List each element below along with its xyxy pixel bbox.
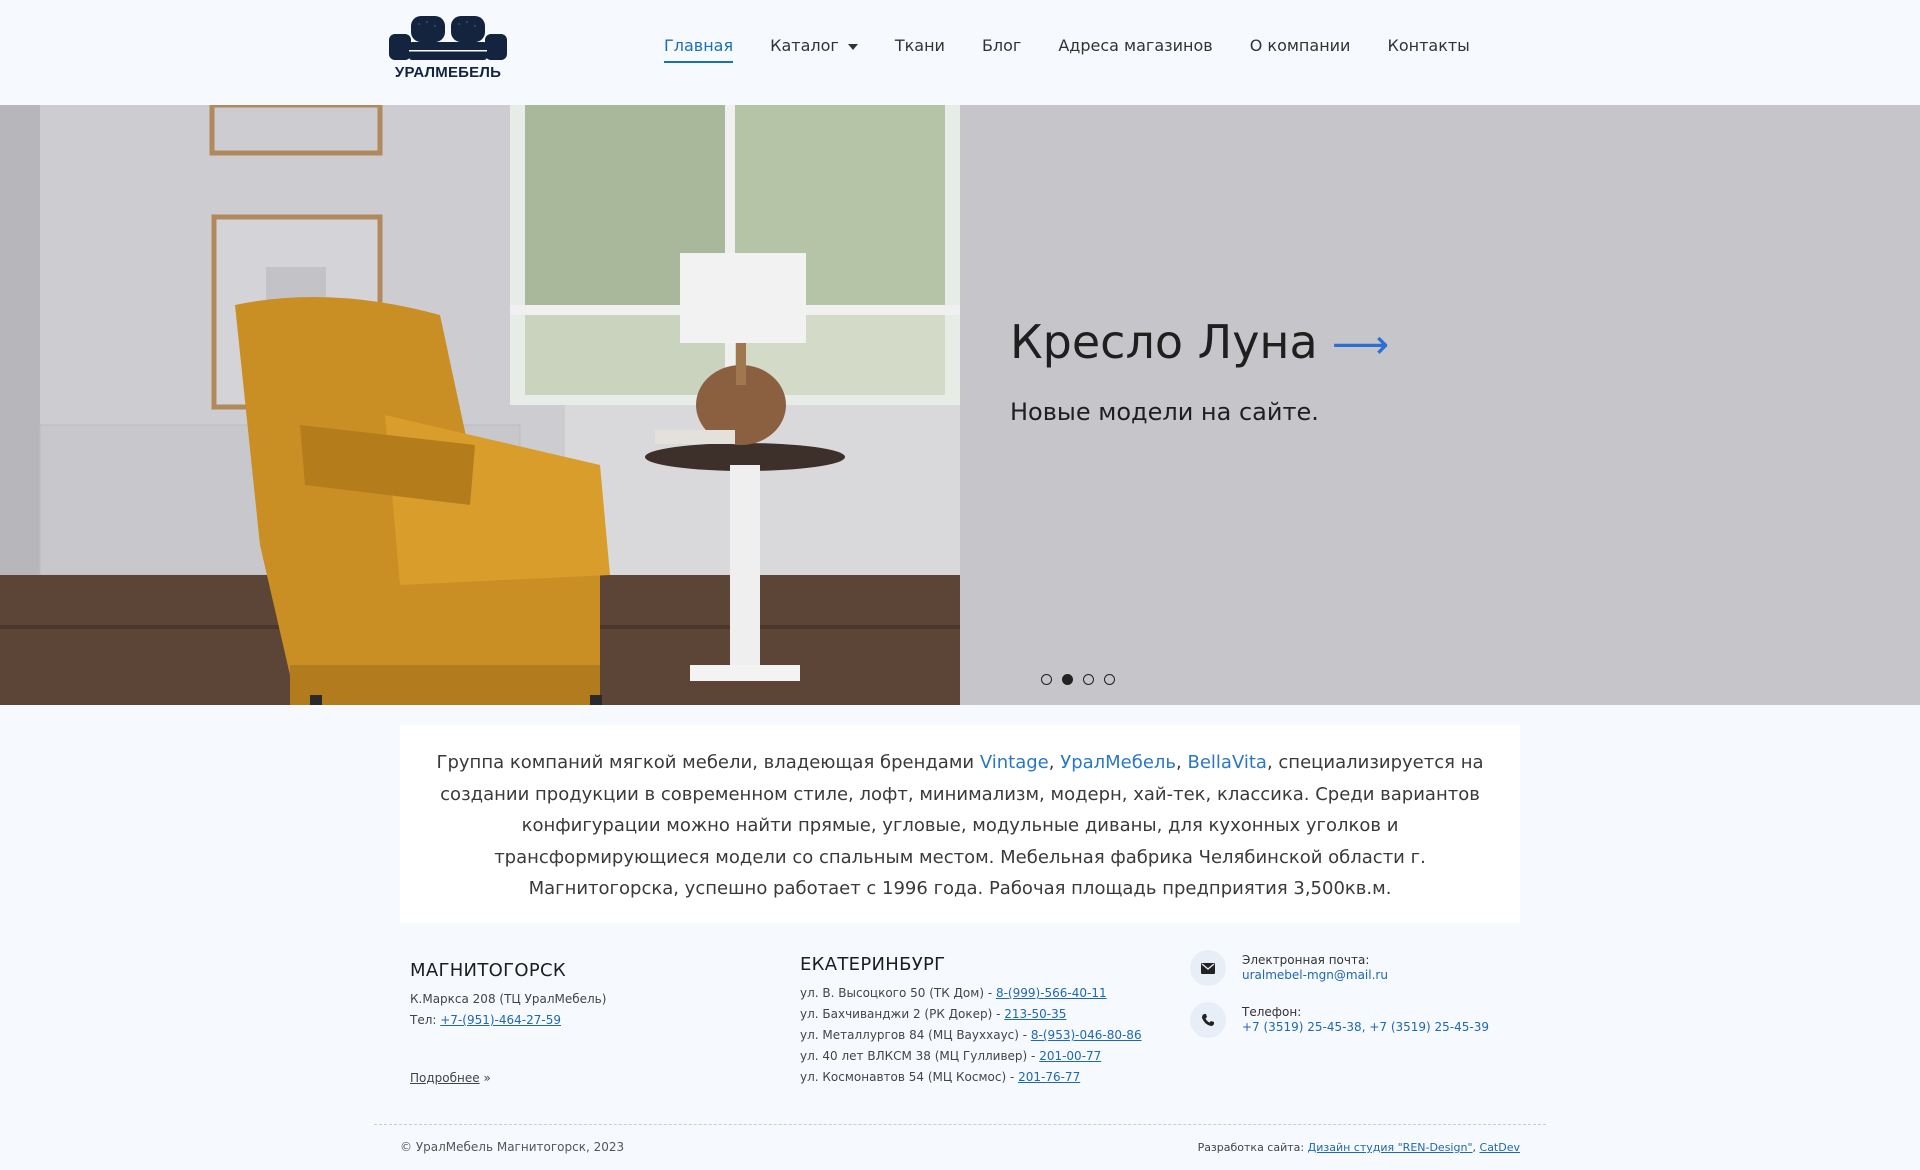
nav-item-blog[interactable]: Блог — [982, 36, 1021, 63]
store-phone-line: Тел: +7-(951)-464-27-59 — [410, 1013, 561, 1027]
hero-title[interactable]: Кресло Луна ⟶ — [1010, 315, 1389, 369]
company-intro: Группа компаний мягкой мебели, владеющая… — [400, 725, 1520, 923]
chevron-down-icon — [847, 43, 858, 50]
city-title: ЕКАТЕРИНБУРГ — [800, 954, 946, 975]
city-block-magnitogorsk: МАГНИТОГОРСК К.Маркса 208 (ТЦ УралМебель… — [410, 960, 606, 1085]
phone-label: Телефон: — [1242, 1005, 1302, 1019]
email-label: Электронная почта: — [1242, 953, 1370, 967]
store-line: ул. Металлургов 84 (МЦ Вауххаус) - 8-(95… — [800, 1028, 1142, 1042]
store-line: ул. Космонавтов 54 (МЦ Космос) - 201-76-… — [800, 1070, 1081, 1084]
store-address: К.Маркса 208 (ТЦ УралМебель) — [410, 992, 607, 1006]
more-link[interactable]: Подробнее — [410, 1071, 480, 1085]
phone-link[interactable]: 213-50-35 — [1004, 1007, 1066, 1021]
brand-link-uralmebel[interactable]: УралМебель — [1060, 752, 1176, 773]
hero-slider[interactable]: Кресло Луна ⟶ Новые модели на сайте. — [0, 105, 1920, 705]
copyright: © УралМебель Магнитогорск, 2023 — [400, 1140, 625, 1154]
contact-phone: Телефон: +7 (3519) 25-45-38, +7 (3519) 2… — [1190, 1002, 1489, 1038]
hero-image — [0, 105, 960, 705]
brand-link-vintage[interactable]: Vintage — [980, 752, 1049, 773]
footer-divider — [374, 1124, 1546, 1125]
slider-dot-4[interactable] — [1104, 674, 1115, 685]
logo[interactable]: УРАЛМЕБЕЛЬ — [389, 14, 507, 81]
phone-icon — [1190, 1002, 1226, 1038]
nav-item-fabrics[interactable]: Ткани — [895, 36, 945, 63]
phone-link[interactable]: 201-00-77 — [1039, 1049, 1101, 1063]
site-header: УРАЛМЕБЕЛЬ Главная Каталог Ткани Блог Ад… — [0, 0, 1920, 105]
email-link[interactable]: uralmebel-mgn@mail.ru — [1242, 968, 1388, 983]
dev-link-rendesign[interactable]: Дизайн студия "REN-Design" — [1308, 1141, 1473, 1154]
arrow-right-icon: ⟶ — [1331, 322, 1390, 368]
armchair-scene-illustration — [0, 105, 960, 705]
dev-link-catdev[interactable]: CatDev — [1480, 1141, 1520, 1154]
logo-text: УРАЛМЕБЕЛЬ — [394, 64, 502, 81]
store-line: ул. В. Высоцкого 50 (ТК Дом) - 8-(999)-5… — [800, 986, 1107, 1000]
nav-item-catalog[interactable]: Каталог — [770, 36, 858, 63]
brand-link-bellavita[interactable]: BellaVita — [1188, 752, 1267, 773]
slider-dot-2[interactable] — [1062, 674, 1073, 685]
phone-numbers[interactable]: +7 (3519) 25-45-38, +7 (3519) 25-45-39 — [1242, 1020, 1489, 1035]
slider-dot-1[interactable] — [1041, 674, 1052, 685]
phone-link[interactable]: 8-(953)-046-80-86 — [1031, 1028, 1142, 1042]
nav-item-about[interactable]: О компании — [1250, 36, 1351, 63]
sofa-logo-icon — [389, 16, 507, 60]
nav-item-store-addresses[interactable]: Адреса магазинов — [1058, 36, 1212, 63]
store-line: ул. Бахчиванджи 2 (РК Докер) - 213-50-35 — [800, 1007, 1067, 1021]
nav-item-contacts[interactable]: Контакты — [1387, 36, 1469, 63]
contact-email: Электронная почта: uralmebel-mgn@mail.ru — [1190, 950, 1388, 986]
hero-subtitle: Новые модели на сайте. — [1010, 398, 1319, 426]
store-line: ул. 40 лет ВЛКСМ 38 (МЦ Гулливер) - 201-… — [800, 1049, 1102, 1063]
phone-link[interactable]: 201-76-77 — [1018, 1070, 1080, 1084]
city-title: МАГНИТОГОРСК — [410, 960, 566, 981]
developer-credit: Разработка сайта: Дизайн студия "REN-Des… — [1197, 1141, 1520, 1154]
phone-link[interactable]: +7-(951)-464-27-59 — [440, 1013, 561, 1027]
slider-dots — [1041, 674, 1115, 685]
nav-item-home[interactable]: Главная — [664, 36, 734, 63]
city-block-ekaterinburg: ЕКАТЕРИНБУРГ ул. В. Высоцкого 50 (ТК Дом… — [800, 954, 1142, 1088]
slider-dot-3[interactable] — [1083, 674, 1094, 685]
main-nav: Главная Каталог Ткани Блог Адреса магази… — [664, 36, 1507, 63]
more-link-wrap: Подробнее » — [410, 1071, 491, 1085]
mail-icon — [1190, 950, 1226, 986]
phone-link[interactable]: 8-(999)-566-40-11 — [996, 986, 1107, 1000]
